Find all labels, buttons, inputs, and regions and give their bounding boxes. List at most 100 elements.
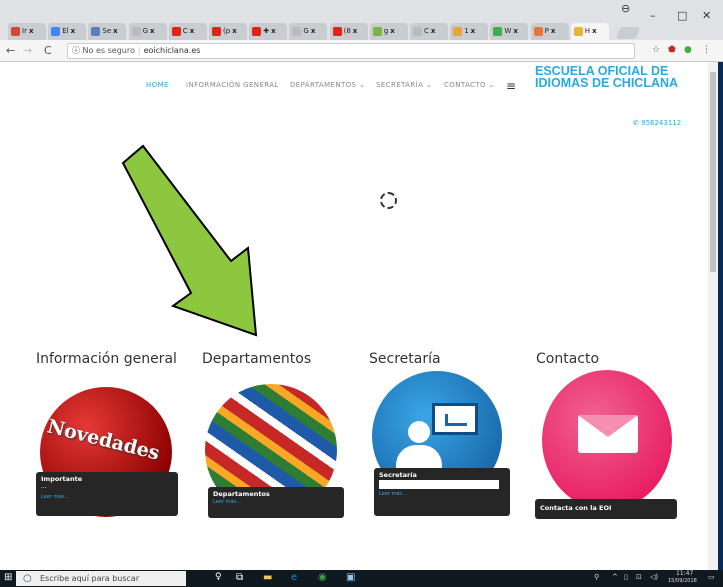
network-icon[interactable]: ⊡ [636, 573, 642, 581]
clock-date[interactable]: 15/09/2018 [668, 578, 697, 584]
forward-button[interactable]: → [23, 44, 32, 57]
edge-icon[interactable]: e [291, 572, 297, 583]
tab-favicon-icon [533, 26, 543, 36]
extension-shield-icon[interactable]: ⬟ [668, 45, 676, 55]
tab-close-icon[interactable]: x [29, 27, 34, 35]
tab-close-icon[interactable]: x [190, 27, 195, 35]
browser-tab[interactable]: gx [369, 23, 408, 40]
browser-tab[interactable]: Se x [88, 23, 127, 40]
tab-close-icon[interactable]: x [271, 27, 276, 35]
tab-close-icon[interactable]: x [232, 27, 237, 35]
tab-label: 1 [464, 27, 469, 35]
nav-departamentos[interactable]: DEPARTAMENTOS ⌄ [290, 81, 365, 89]
people-icon[interactable]: ⚲ [594, 573, 599, 581]
read-more-link[interactable]: Leer más... [213, 499, 339, 505]
card-importante[interactable]: Importante ... Leer más... [36, 472, 178, 516]
contacto-image[interactable] [542, 370, 672, 510]
tab-close-icon[interactable]: x [551, 27, 556, 35]
tab-favicon-icon [171, 26, 181, 36]
nav-informacion-general[interactable]: INFORMACIÓN GENERAL [186, 81, 279, 89]
card-contacto[interactable]: Contacta con la EOI [535, 499, 677, 519]
card-secretaria[interactable]: Secretaría Leer más... [374, 468, 510, 516]
site-brand[interactable]: ESCUELA OFICIAL DE IDIOMAS DE CHICLANA [535, 65, 695, 90]
tab-close-icon[interactable]: x [513, 27, 518, 35]
section-title-departamentos: Departamentos [202, 351, 312, 367]
read-more-link[interactable]: Leer más... [41, 494, 173, 500]
card-title: Departamentos [213, 490, 270, 498]
taskbar-search-input[interactable]: ○ Escribe aquí para buscar [16, 571, 186, 586]
browser-tab[interactable]: Cx [410, 23, 448, 40]
tab-close-icon[interactable]: x [431, 27, 436, 35]
browser-tab[interactable]: Gx [289, 23, 328, 40]
browser-tab[interactable]: Wx [490, 23, 529, 40]
browser-tab[interactable]: 1x [450, 23, 489, 40]
phone-link[interactable]: ✆ 956243112 [633, 119, 681, 127]
app-icon[interactable]: ▣ [346, 572, 355, 583]
tab-close-icon[interactable]: x [71, 27, 76, 35]
tab-close-icon[interactable]: x [390, 27, 395, 35]
nav-contacto[interactable]: CONTACTO ⌄ [444, 81, 495, 89]
browser-tab[interactable]: Gx [128, 23, 167, 40]
back-button[interactable]: ← [6, 44, 15, 57]
tab-close-icon[interactable]: x [150, 27, 155, 35]
clock-time[interactable]: 11:47 [676, 570, 693, 577]
tab-close-icon[interactable]: x [592, 27, 597, 35]
info-icon[interactable]: ⓘ [72, 46, 80, 55]
close-window-button[interactable]: ✕ [702, 9, 711, 22]
browser-tab[interactable]: Hx [570, 23, 609, 40]
browser-tab[interactable]: Ir x [8, 23, 46, 40]
read-more-link[interactable]: Leer más... [379, 491, 505, 497]
browser-tab[interactable]: El x [48, 23, 87, 40]
mail-icon [578, 415, 638, 453]
security-label: No es seguro [82, 46, 135, 55]
tab-favicon-icon [212, 26, 221, 36]
reload-button[interactable]: C [44, 44, 52, 57]
novedades-label: Novedades [45, 415, 162, 465]
chrome-menu-icon[interactable]: ⋮ [702, 45, 711, 55]
card-title: Importante [41, 475, 83, 483]
tab-close-icon[interactable]: x [311, 27, 316, 35]
microphone-icon[interactable]: ♀ [215, 572, 222, 582]
windows-start-icon[interactable]: ⊞ [4, 572, 12, 583]
tab-close-icon[interactable]: x [353, 27, 358, 35]
tray-chevron-icon[interactable]: ^ [612, 573, 618, 581]
tab-favicon-icon [91, 26, 101, 36]
tab-label: G [303, 27, 309, 35]
tab-close-icon[interactable]: x [113, 27, 118, 35]
section-title-informacion: Información general [36, 351, 177, 367]
browser-tab[interactable]: (p x [209, 23, 247, 40]
browser-tab[interactable]: Cx [168, 23, 207, 40]
bookmark-star-icon[interactable]: ☆ [652, 45, 660, 55]
minimize-button[interactable]: – [650, 9, 656, 22]
tab-close-icon[interactable]: x [471, 27, 476, 35]
extension-icon[interactable]: ● [684, 45, 692, 55]
tab-label: (8 [343, 27, 351, 35]
browser-tab[interactable]: (8 x [329, 23, 368, 40]
card-departamentos[interactable]: Departamentos Leer más... [208, 487, 344, 518]
tab-label: ✚ [263, 27, 270, 35]
tab-favicon-icon [51, 26, 61, 36]
profile-icon[interactable]: ⊖ [621, 2, 630, 15]
task-view-icon[interactable]: ⧉ [236, 572, 243, 583]
phone-icon: ✆ [633, 119, 639, 127]
section-title-secretaria: Secretaría [369, 351, 441, 367]
notifications-icon[interactable]: ▭ [708, 573, 715, 581]
battery-icon[interactable]: ▯ [624, 573, 628, 581]
nav-home[interactable]: HOME [146, 81, 169, 89]
volume-icon[interactable]: ◁) [650, 573, 658, 581]
file-explorer-icon[interactable]: ▬ [263, 572, 272, 583]
new-tab-button[interactable] [615, 27, 641, 39]
tab-favicon-icon [11, 26, 20, 36]
hamburger-menu-icon[interactable]: ≡ [506, 79, 516, 93]
maximize-button[interactable]: □ [677, 9, 687, 22]
chrome-icon[interactable]: ◉ [318, 572, 327, 583]
tab-favicon-icon [493, 26, 503, 36]
url-input[interactable]: ⓘ No es seguro | eoichiclana.es [67, 43, 635, 59]
scrollbar-thumb[interactable] [710, 72, 716, 272]
browser-tab[interactable]: ✚ x [249, 23, 288, 40]
card-text-input[interactable] [379, 480, 499, 489]
tab-favicon-icon [252, 26, 262, 36]
tab-favicon-icon [453, 26, 463, 36]
browser-tab[interactable]: Px [530, 23, 569, 40]
nav-secretaria[interactable]: SECRETARÍA ⌄ [376, 81, 432, 89]
